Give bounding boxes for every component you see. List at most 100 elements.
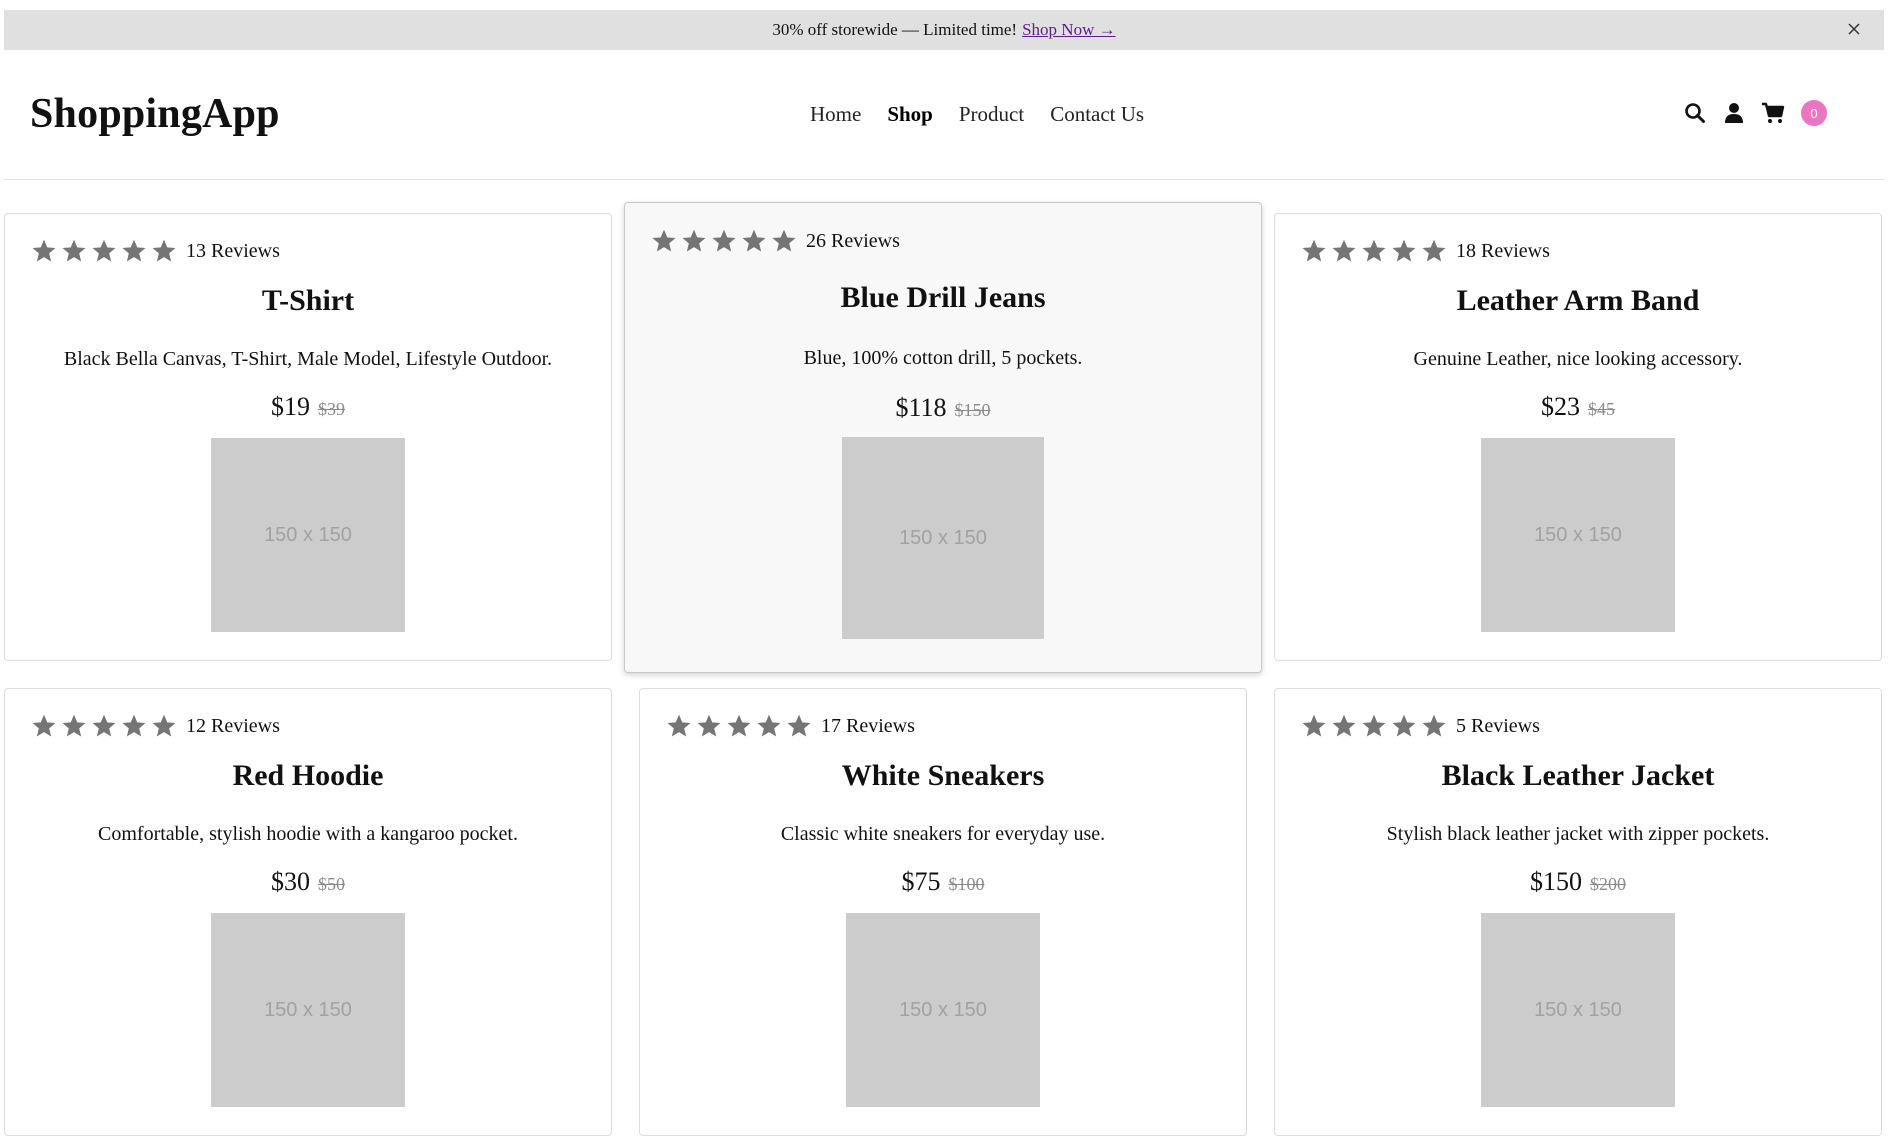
star-rating <box>666 713 816 739</box>
product-title: Leather Arm Band <box>1456 284 1700 317</box>
original-price: $100 <box>948 874 985 894</box>
original-price: $200 <box>1590 874 1626 894</box>
review-count: 12 Reviews <box>186 714 280 737</box>
review-count: 26 Reviews <box>806 229 900 252</box>
original-price: $150 <box>954 400 991 420</box>
star-icon <box>742 229 766 252</box>
product-image-placeholder: 150 x 150 <box>1481 913 1675 1107</box>
star-icon <box>122 714 146 737</box>
original-price: $39 <box>318 399 345 419</box>
search-icon[interactable] <box>1681 99 1709 127</box>
header-icons: 0 <box>1681 99 1827 127</box>
current-price: $150 <box>1530 867 1582 896</box>
product-price: $30 $50 <box>5 867 611 897</box>
star-icon <box>712 229 736 252</box>
star-rating <box>1301 238 1451 264</box>
promo-text: 30% off storewide — Limited time! <box>772 20 1018 39</box>
current-price: $118 <box>895 393 947 422</box>
star-icon <box>652 229 676 252</box>
close-icon[interactable] <box>1843 18 1865 40</box>
rating: 26 Reviews <box>651 228 900 254</box>
product-description: Classic white sneakers for everyday use. <box>780 823 1106 845</box>
star-icon <box>152 714 176 737</box>
product-image-placeholder: 150 x 150 <box>1481 438 1675 632</box>
product-image-placeholder: 150 x 150 <box>211 913 405 1107</box>
star-icon <box>92 239 116 262</box>
star-rating <box>31 713 181 739</box>
user-icon[interactable] <box>1720 99 1748 127</box>
product-description: Comfortable, stylish hoodie with a kanga… <box>98 823 518 845</box>
shop-now-link[interactable]: Shop Now → <box>1022 20 1116 40</box>
original-price: $50 <box>318 874 345 894</box>
star-icon <box>122 239 146 262</box>
star-icon <box>667 714 691 737</box>
star-rating <box>31 238 181 264</box>
product-title: Red Hoodie <box>232 759 384 792</box>
review-count: 5 Reviews <box>1456 714 1540 737</box>
product-description: Black Bella Canvas, T-Shirt, Male Model,… <box>63 348 553 370</box>
star-rating <box>1301 713 1451 739</box>
star-icon <box>1332 239 1356 262</box>
original-price: $45 <box>1588 399 1615 419</box>
nav-contact-us[interactable]: Contact Us <box>1050 102 1144 127</box>
star-icon <box>62 239 86 262</box>
star-icon <box>1302 714 1326 737</box>
current-price: $19 <box>271 392 310 421</box>
logo[interactable]: ShoppingApp <box>30 90 280 138</box>
product-description: Genuine Leather, nice looking accessory. <box>1413 348 1743 370</box>
nav-product[interactable]: Product <box>959 102 1024 127</box>
star-icon <box>757 714 781 737</box>
promo-banner: 30% off storewide — Limited time! Shop N… <box>4 10 1884 50</box>
product-card[interactable]: 5 Reviews Black Leather Jacket Stylish b… <box>1274 688 1882 1136</box>
star-icon <box>682 229 706 252</box>
product-price: $75 $100 <box>640 867 1246 897</box>
star-icon <box>152 239 176 262</box>
site-header: ShoppingApp Home Shop Product Contact Us… <box>4 50 1884 180</box>
star-icon <box>1392 714 1416 737</box>
rating: 17 Reviews <box>666 713 915 739</box>
main-nav: Home Shop Product Contact Us <box>810 102 1144 127</box>
cart-count-badge: 0 <box>1801 100 1827 126</box>
star-icon <box>62 714 86 737</box>
product-description: Blue, 100% cotton drill, 5 pockets. <box>803 347 1083 369</box>
rating: 12 Reviews <box>31 713 280 739</box>
star-icon <box>1392 239 1416 262</box>
nav-shop[interactable]: Shop <box>887 102 933 127</box>
star-icon <box>727 714 751 737</box>
product-price: $118 $150 <box>625 393 1261 423</box>
product-description: Stylish black leather jacket with zipper… <box>1386 823 1770 845</box>
rating: 18 Reviews <box>1301 238 1550 264</box>
product-image-placeholder: 150 x 150 <box>211 438 405 632</box>
star-icon <box>787 714 811 737</box>
current-price: $75 <box>901 867 941 896</box>
product-title: T-Shirt <box>261 284 355 317</box>
product-price: $150 $200 <box>1275 867 1881 897</box>
review-count: 13 Reviews <box>186 239 280 262</box>
product-image-placeholder: 150 x 150 <box>846 913 1040 1107</box>
star-icon <box>1362 239 1386 262</box>
review-count: 17 Reviews <box>821 714 915 737</box>
star-icon <box>697 714 721 737</box>
star-icon <box>772 229 796 252</box>
product-price: $19 $39 <box>5 392 611 422</box>
product-card[interactable]: 12 Reviews Red Hoodie Comfortable, styli… <box>4 688 612 1136</box>
nav-home[interactable]: Home <box>810 102 861 127</box>
rating: 13 Reviews <box>31 238 280 264</box>
product-card[interactable]: 26 Reviews Blue Drill Jeans Blue, 100% c… <box>624 202 1262 673</box>
star-icon <box>1332 714 1356 737</box>
star-icon <box>1302 239 1326 262</box>
product-title: White Sneakers <box>841 759 1045 792</box>
star-icon <box>1422 714 1446 737</box>
product-title: Blue Drill Jeans <box>840 281 1046 314</box>
star-rating <box>651 228 801 254</box>
cart-icon[interactable] <box>1759 99 1787 127</box>
product-card[interactable]: 18 Reviews Leather Arm Band Genuine Leat… <box>1274 213 1882 661</box>
product-card[interactable]: 17 Reviews White Sneakers Classic white … <box>639 688 1247 1136</box>
product-card[interactable]: 13 Reviews T-Shirt Black Bella Canvas, T… <box>4 213 612 661</box>
product-title: Black Leather Jacket <box>1441 759 1715 792</box>
product-image-placeholder: 150 x 150 <box>842 437 1044 639</box>
review-count: 18 Reviews <box>1456 239 1550 262</box>
current-price: $30 <box>271 867 310 896</box>
star-icon <box>1422 239 1446 262</box>
star-icon <box>92 714 116 737</box>
